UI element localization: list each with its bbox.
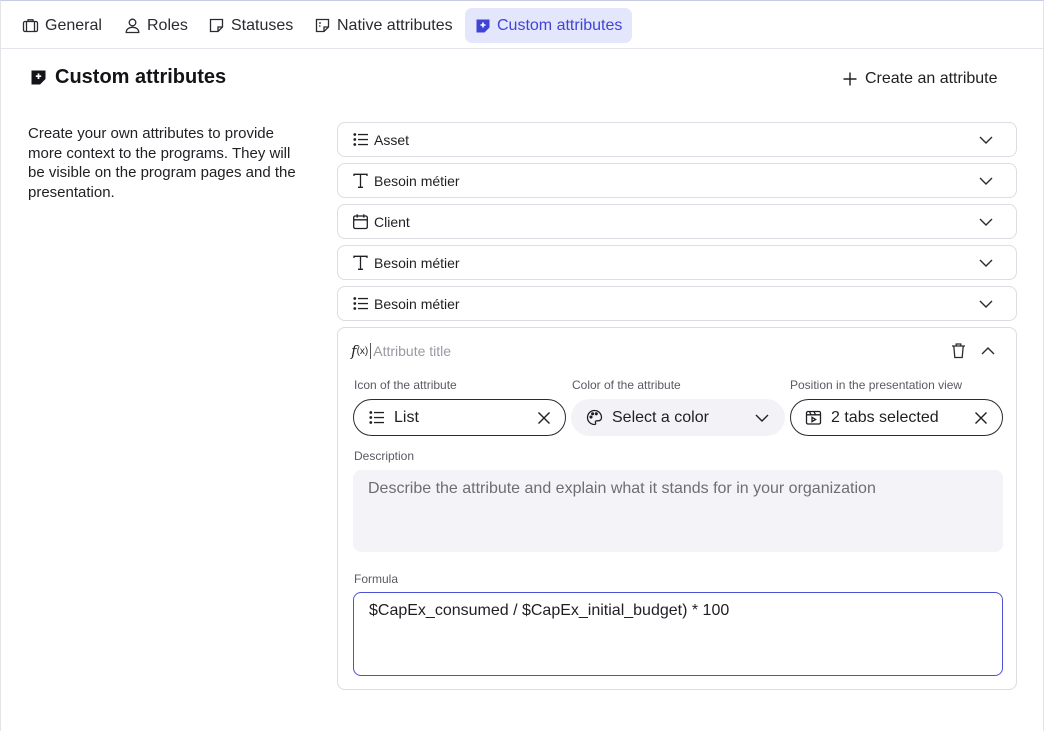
page-title-text: Custom attributes (55, 66, 227, 88)
chevron-down-icon[interactable] (978, 255, 994, 271)
attribute-label: Client (374, 213, 410, 230)
position-select[interactable]: 2 tabs selected (790, 399, 1003, 436)
attribute-row[interactable]: Besoin métier (337, 245, 1017, 280)
sticky-note-icon (209, 18, 224, 33)
position-select-value: 2 tabs selected (831, 408, 939, 426)
briefcase-icon (22, 19, 39, 33)
text-icon (352, 172, 369, 189)
create-attribute-button[interactable]: Create an attribute (842, 68, 998, 90)
tab-custom-attributes-label: Custom attributes (497, 16, 623, 34)
color-select[interactable]: Select a color (571, 399, 785, 436)
chevron-down-icon[interactable] (978, 132, 994, 148)
attribute-label: Besoin métier (374, 295, 460, 312)
presentation-icon (805, 410, 822, 425)
plus-icon (843, 72, 857, 86)
color-field-label: Color of the attribute (572, 378, 681, 392)
chevron-down-icon[interactable] (978, 296, 994, 312)
tab-statuses-label: Statuses (231, 16, 294, 34)
list-icon (352, 295, 369, 312)
create-attribute-label: Create an attribute (865, 70, 998, 87)
attribute-editor: f (x) Icon of the attribute Color of the… (337, 327, 1017, 690)
icon-field-label: Icon of the attribute (354, 378, 457, 392)
tab-general-label: General (45, 16, 102, 34)
description-label: Description (354, 449, 415, 463)
sticky-note-plus-icon (31, 70, 46, 85)
icon-select-value: List (394, 408, 419, 426)
function-icon-sub: (x) (356, 345, 369, 357)
close-icon[interactable] (537, 411, 551, 425)
chevron-down-icon (755, 414, 769, 422)
position-field-label: Position in the presentation view (790, 378, 963, 392)
tab-native-attributes[interactable]: Native attributes (306, 8, 461, 43)
attribute-row[interactable]: Besoin métier (337, 163, 1017, 198)
user-icon (125, 18, 140, 34)
tab-general[interactable]: General (14, 8, 110, 43)
color-select-value: Select a color (612, 408, 709, 426)
formula-label: Formula (354, 572, 399, 586)
icon-select[interactable]: List (353, 399, 566, 436)
attribute-row[interactable]: Asset (337, 122, 1017, 157)
attribute-label: Besoin métier (374, 172, 460, 189)
sticky-note-plus-icon (476, 19, 490, 32)
tab-native-attributes-label: Native attributes (337, 16, 453, 34)
sticky-note-dashed-icon (315, 18, 330, 33)
attribute-row[interactable]: Besoin métier (337, 286, 1017, 321)
chevron-down-icon[interactable] (978, 214, 994, 230)
trash-icon[interactable] (950, 342, 967, 359)
attribute-title-input[interactable] (370, 343, 671, 359)
calendar-icon (352, 213, 369, 230)
formula-type: f (x) (351, 342, 671, 360)
intro-text: Create your own attributes to provide mo… (28, 125, 296, 201)
description-field[interactable] (353, 470, 1003, 552)
tab-statuses[interactable]: Statuses (200, 8, 301, 43)
attribute-row[interactable]: Client (337, 204, 1017, 239)
formula-field[interactable]: $CapEx_consumed / $CapEx_initial_budget)… (353, 592, 1003, 676)
chevron-up-icon[interactable] (980, 343, 996, 359)
list-icon (369, 411, 384, 424)
text-icon (352, 254, 369, 271)
tab-bar: General Roles Statuses Native attributes… (0, 0, 1044, 49)
page-title: Custom attributes (30, 66, 226, 89)
tab-roles-label: Roles (147, 16, 188, 34)
close-icon[interactable] (974, 411, 988, 425)
attribute-label: Besoin métier (374, 254, 460, 271)
list-icon (352, 131, 369, 148)
palette-icon (586, 409, 603, 426)
attribute-label: Asset (374, 131, 410, 148)
tab-roles[interactable]: Roles (116, 8, 196, 43)
chevron-down-icon[interactable] (978, 173, 994, 189)
tab-custom-attributes[interactable]: Custom attributes (465, 8, 633, 43)
